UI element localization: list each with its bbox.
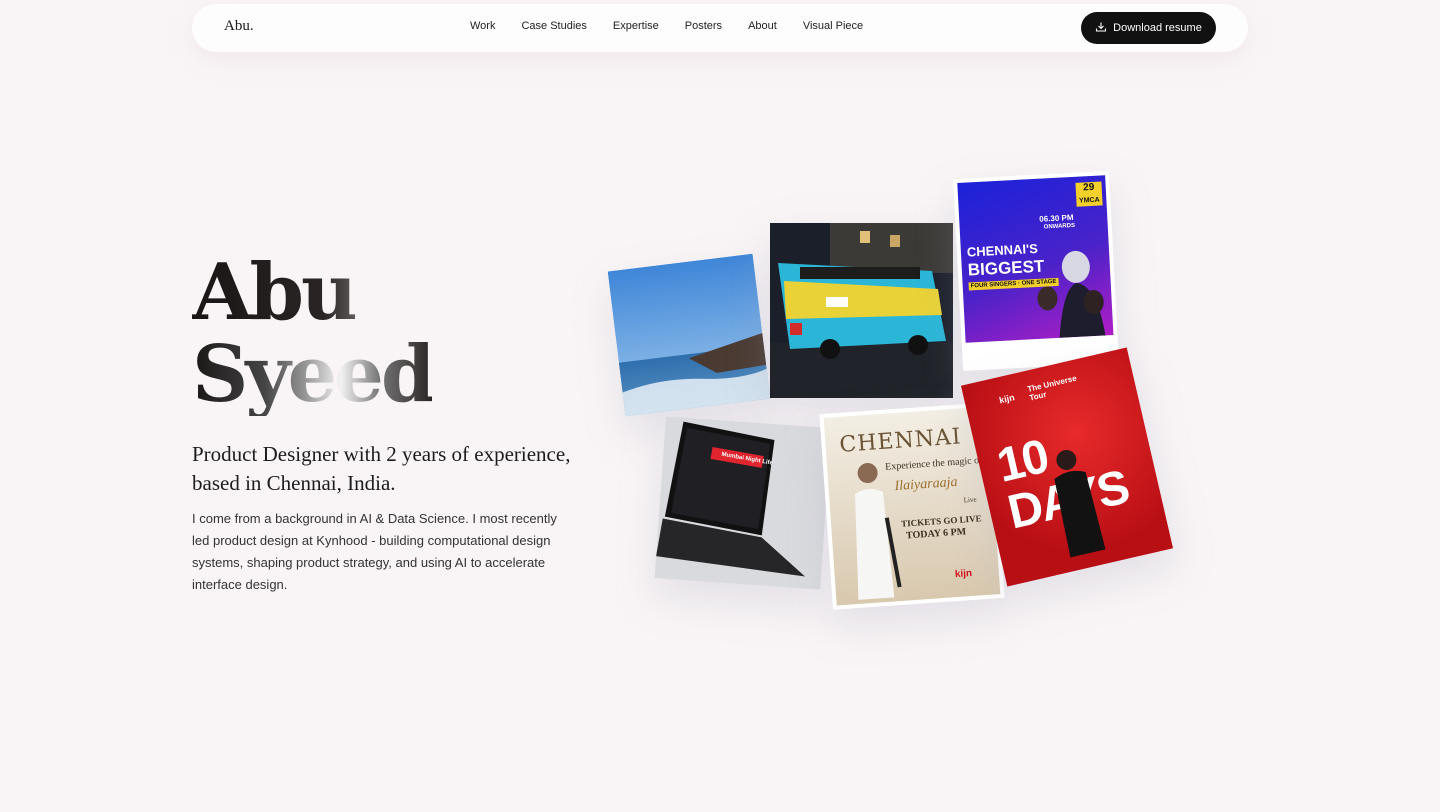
tour-title: The Universe Tour — [1026, 373, 1078, 403]
concert-time: 06.30 PM — [1039, 212, 1074, 224]
bus-photo-card[interactable] — [770, 223, 953, 398]
beach-photo — [607, 253, 771, 417]
bus-photo — [770, 223, 953, 398]
nav-link-case-studies[interactable]: Case Studies — [521, 20, 586, 32]
chennai-today: TODAY 6 PM — [905, 526, 967, 542]
hero-name: Abu Syeed — [192, 252, 435, 420]
top-navbar: Abu. Work Case Studies Expertise Posters… — [192, 4, 1248, 52]
nav-link-about[interactable]: About — [748, 20, 777, 32]
singers-illustration — [1037, 250, 1106, 338]
nav-links: Work Case Studies Expertise Posters Abou… — [470, 20, 889, 32]
chennai-line1: Experience the magic of — [884, 454, 983, 473]
brand-logo[interactable]: Abu. — [224, 18, 254, 35]
chennai-brand: kijn — [954, 567, 973, 581]
nav-link-expertise[interactable]: Expertise — [613, 20, 659, 32]
nav-link-visual-piece[interactable]: Visual Piece — [803, 20, 863, 32]
laptop-photo-card[interactable]: Mumbai Night Life — [654, 416, 832, 590]
download-resume-button[interactable]: Download resume — [1081, 12, 1216, 44]
nav-link-work[interactable]: Work — [470, 20, 495, 32]
chennai-title: CHENNAI — [838, 424, 963, 458]
chennai-script: Ilaiyaraaja — [894, 474, 958, 495]
hero-first-name: Abu — [192, 252, 432, 334]
concert-date-badge: 29 YMCA — [1075, 181, 1103, 207]
laptop-photo — [654, 416, 832, 590]
hero-headline: Product Designer with 2 years of experie… — [192, 442, 571, 495]
beach-photo-card[interactable] — [607, 253, 771, 417]
chennai-tickets: TICKETS GO LIVE — [900, 513, 982, 529]
chennai-live: Live — [963, 495, 977, 505]
concert-time-note: ONWARDS — [1043, 222, 1076, 231]
nav-link-posters[interactable]: Posters — [685, 20, 722, 32]
concert-poster-card[interactable]: 29 YMCA 06.30 PM ONWARDS CHENNAI'S BIGGE… — [953, 171, 1119, 371]
hero-last-name: Syeed — [192, 329, 435, 420]
concert-venue: YMCA — [1078, 196, 1100, 205]
download-resume-label: Download resume — [1113, 22, 1202, 34]
performer-illustration — [855, 463, 902, 600]
hero-bio: I come from a background in AI & Data Sc… — [192, 511, 557, 592]
download-icon — [1095, 21, 1107, 36]
tour-brand: kijn — [998, 392, 1016, 406]
concert-poster: 29 YMCA 06.30 PM ONWARDS CHENNAI'S BIGGE… — [957, 175, 1114, 343]
concert-date: 29 — [1082, 181, 1095, 194]
